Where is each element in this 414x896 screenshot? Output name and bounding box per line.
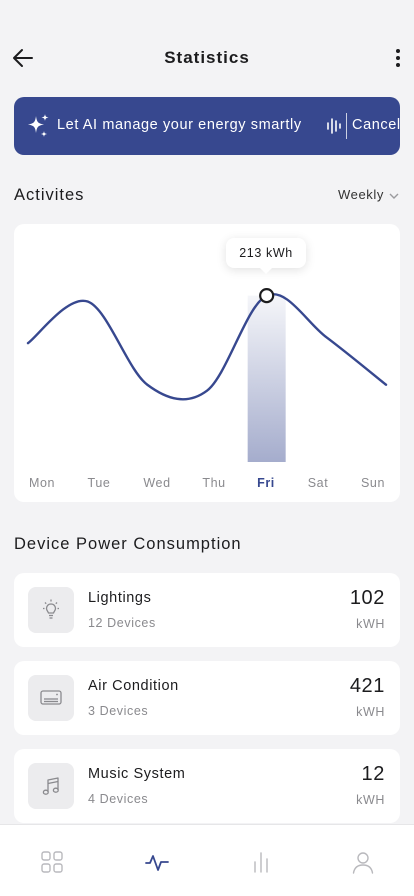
device-consumption-unit: kWH: [356, 793, 385, 807]
device-card-air-condition[interactable]: Air Condition 3 Devices 421 kWH: [14, 661, 400, 735]
device-consumption-value: 12: [361, 763, 385, 785]
x-tick-label: Mon: [28, 476, 56, 490]
chart-tooltip: 213 kWh: [226, 238, 306, 274]
x-tick-label: Sun: [360, 476, 386, 490]
grid-icon: [41, 851, 63, 873]
device-consumption-unit: kWH: [356, 617, 385, 631]
activity-icon: [145, 855, 169, 871]
ai-assistant-banner[interactable]: Let AI manage your energy smartly Cancel: [14, 97, 400, 155]
page-title: Statistics: [164, 48, 250, 67]
device-count: 12 Devices: [88, 616, 156, 630]
device-consumption-value: 421: [349, 675, 385, 697]
device-consumption-value: 102: [349, 587, 385, 609]
lightbulb-icon: [43, 599, 59, 619]
device-icon-box: [28, 763, 74, 809]
user-icon: [352, 852, 374, 874]
nav-item-dashboard[interactable]: [39, 849, 65, 875]
more-button[interactable]: [390, 44, 406, 72]
music-note-icon: [42, 777, 59, 795]
cancel-button[interactable]: Cancel: [352, 117, 401, 133]
device-name: Air Condition: [88, 678, 179, 694]
x-tick-label-selected[interactable]: Fri: [246, 476, 286, 490]
highlight-point[interactable]: [259, 287, 275, 304]
banner-divider: [346, 113, 347, 139]
highlight-bar: [247, 295, 286, 462]
chevron-down-icon: [389, 193, 399, 199]
device-consumption-title: Device Power Consumption: [14, 535, 242, 553]
x-tick-label: Thu: [202, 476, 226, 490]
more-vertical-icon: [396, 49, 400, 67]
device-count: 3 Devices: [88, 704, 149, 718]
device-name: Lightings: [88, 590, 152, 606]
x-tick-label: Sat: [307, 476, 329, 490]
x-tick-label: Tue: [87, 476, 111, 490]
activity-chart: 213 kWh Mon Tue Wed Thu Fri Sat Sun: [14, 224, 400, 502]
device-card-music-system[interactable]: Music System 4 Devices 12 kWH: [14, 749, 400, 823]
nav-item-statistics[interactable]: [144, 849, 170, 875]
series-line: [26, 293, 388, 401]
sparkles-icon: [28, 114, 49, 137]
device-name: Music System: [88, 766, 186, 782]
nav-item-profile[interactable]: [350, 849, 376, 875]
activities-title: Activites: [14, 186, 85, 204]
period-select[interactable]: Weekly: [338, 187, 400, 202]
voice-wave-icon[interactable]: [326, 117, 342, 135]
device-icon-box: [28, 675, 74, 721]
device-icon-box: [28, 587, 74, 633]
ai-banner-text: Let AI manage your energy smartly: [57, 117, 302, 133]
device-count: 4 Devices: [88, 792, 149, 806]
period-select-value: Weekly: [338, 187, 384, 202]
device-card-lightings[interactable]: Lightings 12 Devices 102 kWH: [14, 573, 400, 647]
x-tick-label: Wed: [143, 476, 171, 490]
header: Statistics: [0, 38, 414, 78]
bar-chart-icon: [254, 852, 268, 873]
bottom-navigation: [0, 824, 414, 896]
activity-line-chart: [26, 287, 388, 462]
nav-item-reports[interactable]: [248, 849, 274, 875]
air-conditioner-icon: [40, 690, 62, 705]
device-consumption-unit: kWH: [356, 705, 385, 719]
